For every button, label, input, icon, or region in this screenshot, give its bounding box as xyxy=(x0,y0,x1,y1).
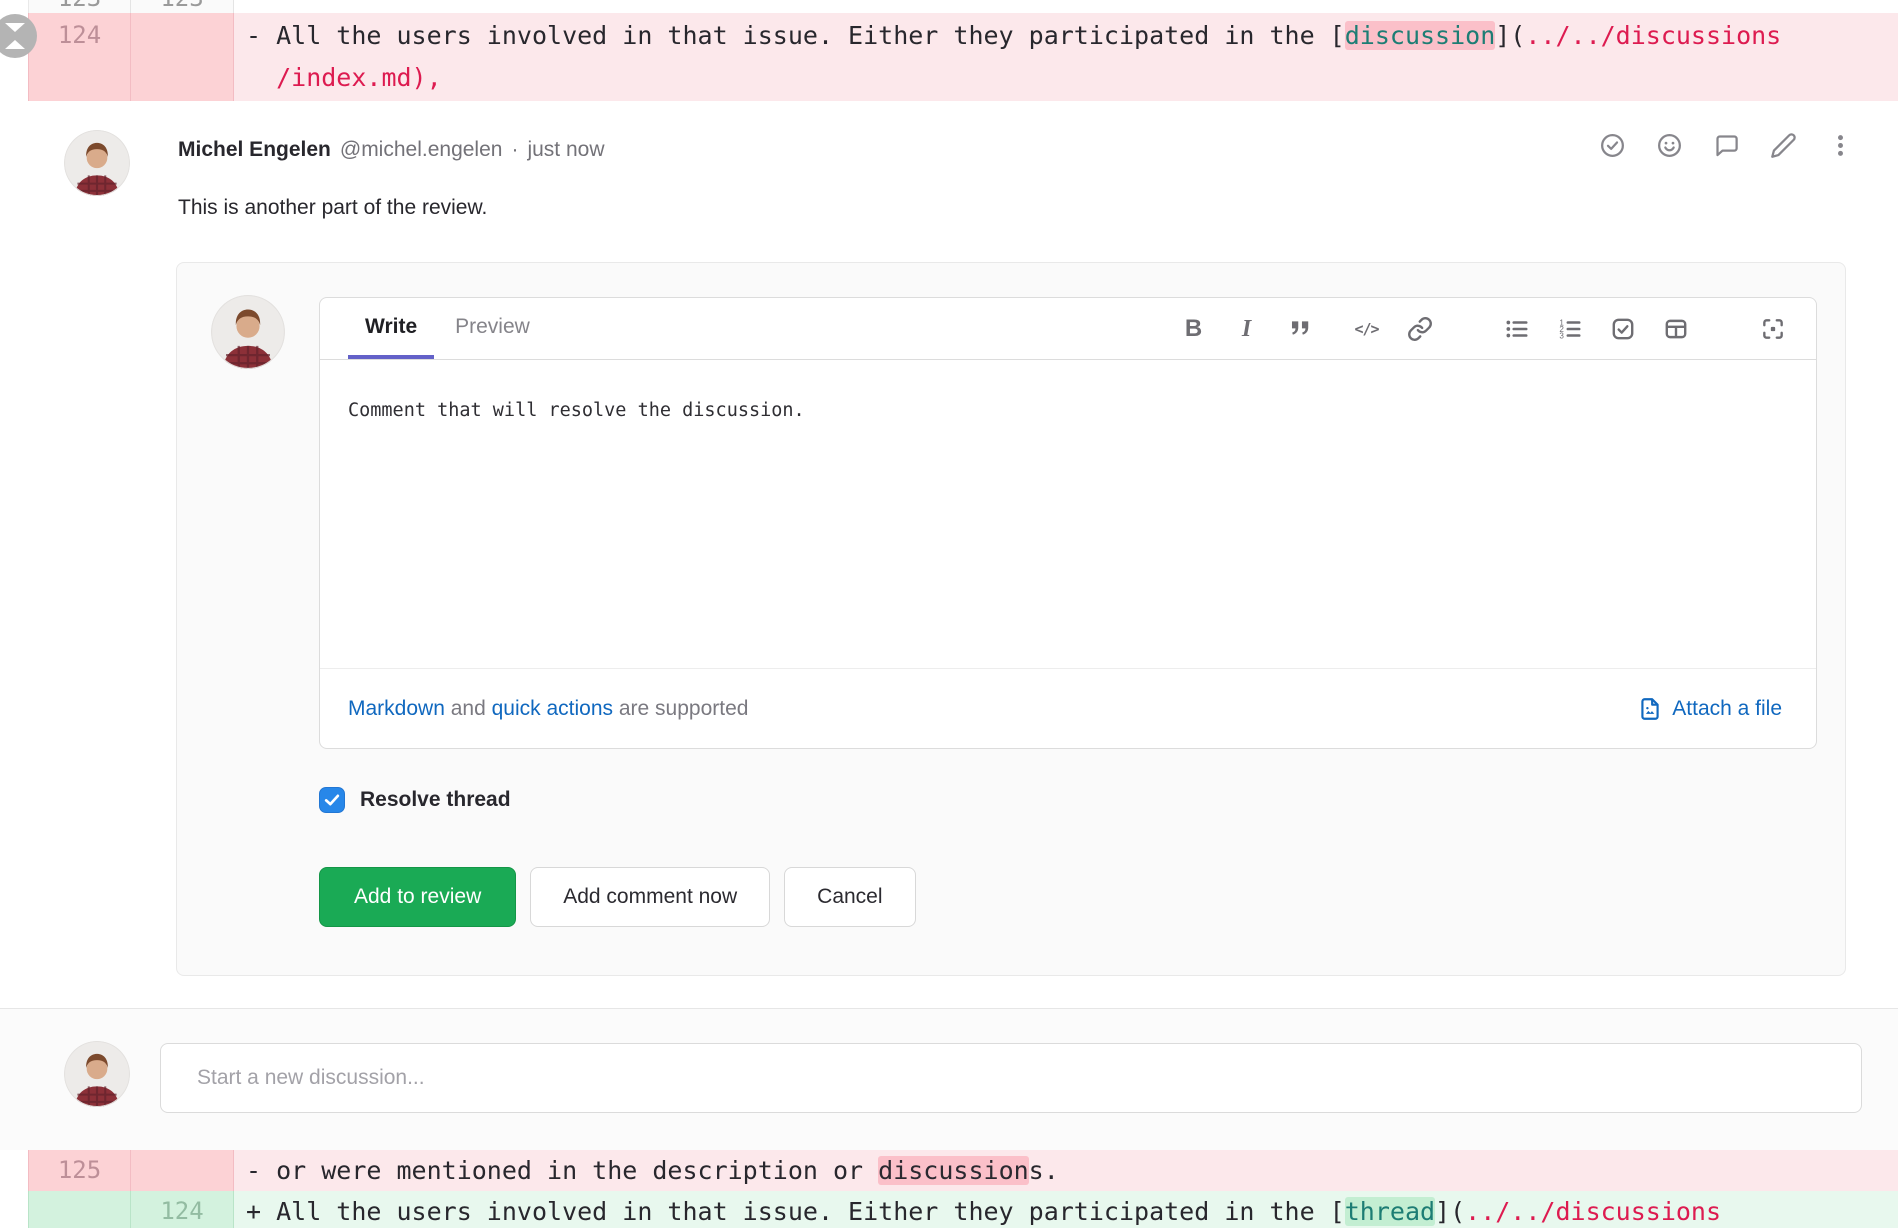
bold-icon[interactable]: B xyxy=(1180,315,1207,342)
resolve-thread-label: Resolve thread xyxy=(360,788,511,812)
markdown-link[interactable]: Markdown xyxy=(348,697,445,720)
diff-word-highlight: thread xyxy=(1345,1197,1435,1226)
add-comment-now-button[interactable]: Add comment now xyxy=(530,867,770,927)
old-line-number: 123 xyxy=(29,0,130,11)
diff-text: ]( xyxy=(1495,21,1525,50)
check-icon xyxy=(322,790,342,810)
edit-pencil-icon[interactable] xyxy=(1770,132,1797,159)
avatar xyxy=(64,1041,130,1107)
diff-text: ]( xyxy=(1435,1197,1465,1226)
old-line-number: 125 xyxy=(58,1156,101,1184)
avatar[interactable] xyxy=(64,130,130,196)
diff-code-line-2: /index.md), xyxy=(246,57,1898,99)
triangle-up xyxy=(5,40,25,49)
new-line-number-cell[interactable] xyxy=(131,1150,234,1191)
focus-mode-icon[interactable] xyxy=(1759,315,1786,342)
diff-removed-line-bottom: 125 -or were mentioned in the descriptio… xyxy=(0,1150,1898,1191)
attach-file-button[interactable]: Attach a file xyxy=(1637,696,1782,722)
reply-form-panel: Write Preview B I </> 123 xyxy=(176,262,1846,976)
comment-textarea[interactable]: Comment that will resolve the discussion… xyxy=(320,360,1816,668)
italic-glyph: I xyxy=(1242,317,1251,341)
diff-text: or were mentioned in the description or xyxy=(276,1156,878,1185)
diff-code-cell: -All the users involved in that issue. E… xyxy=(234,13,1898,101)
new-discussion-strip xyxy=(0,1008,1898,1150)
diff-added-line-bottom: 124 +All the users involved in that issu… xyxy=(0,1191,1898,1228)
old-line-number: 124 xyxy=(58,21,101,49)
diff-text: s. xyxy=(1029,1156,1059,1185)
resolve-check-circle-icon[interactable] xyxy=(1599,132,1626,159)
comment-actions xyxy=(1599,132,1854,159)
new-line-number-cell[interactable]: 123 xyxy=(131,0,234,13)
svg-text:3: 3 xyxy=(1559,331,1564,340)
diff-text: All the users involved in that issue. Ei… xyxy=(276,21,1345,50)
diff-code-line-1: -All the users involved in that issue. E… xyxy=(246,15,1898,57)
and-text: and xyxy=(451,697,486,720)
tab-preview[interactable]: Preview xyxy=(438,298,547,359)
comment-bubble-icon[interactable] xyxy=(1713,132,1740,159)
diff-sign: - xyxy=(246,15,276,57)
table-icon[interactable] xyxy=(1662,315,1689,342)
attach-image-file-icon xyxy=(1637,696,1663,722)
quick-actions-link[interactable]: quick actions xyxy=(492,697,613,720)
new-line-number-cell[interactable] xyxy=(131,13,234,101)
diff-text: All the users involved in that issue. Ei… xyxy=(276,1197,1345,1226)
author-handle[interactable]: @michel.engelen xyxy=(340,138,503,162)
old-line-number-cell[interactable]: 124 xyxy=(28,13,131,101)
new-line-number: 124 xyxy=(160,1197,203,1225)
tab-write[interactable]: Write xyxy=(348,298,434,359)
diff-context-row: 123 123 xyxy=(0,0,1898,13)
old-line-number-cell[interactable]: 125 xyxy=(28,1150,131,1191)
editor-footer: Markdown and quick actions are supported… xyxy=(320,668,1816,748)
bold-glyph: B xyxy=(1185,317,1202,341)
diff-word-highlight: discussion xyxy=(1345,21,1496,50)
add-to-review-button[interactable]: Add to review xyxy=(319,867,516,927)
diff-url-text: ../../discussions xyxy=(1525,21,1781,50)
emoji-smiley-icon[interactable] xyxy=(1656,132,1683,159)
quote-icon[interactable] xyxy=(1286,315,1313,342)
separator-dot: · xyxy=(511,138,518,162)
diff-url-text: ../../discussions xyxy=(1465,1197,1721,1226)
comment-body: This is another part of the review. xyxy=(178,196,487,220)
diff-code-cell: -or were mentioned in the description or… xyxy=(234,1150,1898,1191)
markdown-support-text: Markdown and quick actions are supported xyxy=(348,697,748,721)
bullet-list-icon[interactable] xyxy=(1503,315,1530,342)
numbered-list-icon[interactable]: 123 xyxy=(1556,315,1583,342)
timestamp[interactable]: just now xyxy=(527,138,604,162)
supported-text: are supported xyxy=(619,697,749,720)
merge-request-review-page: 123 123 124 -All the users involved in t… xyxy=(0,0,1898,1228)
editor-tabs: Write Preview B I </> 123 xyxy=(320,298,1816,360)
editor-toolbar: B I </> 123 xyxy=(1180,298,1816,359)
code-glyph: </> xyxy=(1354,320,1378,338)
more-options-kebab-icon[interactable] xyxy=(1827,132,1854,159)
cancel-button[interactable]: Cancel xyxy=(784,867,915,927)
italic-icon[interactable]: I xyxy=(1233,315,1260,342)
task-list-icon[interactable] xyxy=(1609,315,1636,342)
attach-file-label: Attach a file xyxy=(1672,697,1782,721)
new-line-number-cell[interactable]: 124 xyxy=(131,1191,234,1228)
comment-header: Michel Engelen @michel.engelen · just no… xyxy=(178,138,605,162)
markdown-editor: Write Preview B I </> 123 xyxy=(319,297,1817,749)
triangle-down xyxy=(5,23,25,32)
diff-code-cell: +All the users involved in that issue. E… xyxy=(234,1191,1898,1228)
diff-sign: + xyxy=(246,1191,276,1228)
link-icon[interactable] xyxy=(1406,315,1433,342)
author-name[interactable]: Michel Engelen xyxy=(178,138,331,162)
form-buttons: Add to review Add comment now Cancel xyxy=(319,867,916,927)
new-line-number: 123 xyxy=(131,0,233,11)
diff-removed-line-top: 124 -All the users involved in that issu… xyxy=(0,13,1898,101)
resolve-thread-checkbox[interactable] xyxy=(319,787,345,813)
new-discussion-input[interactable] xyxy=(160,1043,1862,1113)
diff-sign: - xyxy=(246,1150,276,1191)
old-line-number-cell[interactable] xyxy=(28,1191,131,1228)
old-line-number-cell[interactable]: 123 xyxy=(28,0,131,13)
diff-word-highlight: discussion xyxy=(878,1156,1029,1185)
resolve-thread-row: Resolve thread xyxy=(319,787,511,813)
avatar xyxy=(211,295,285,369)
code-icon[interactable]: </> xyxy=(1353,315,1380,342)
